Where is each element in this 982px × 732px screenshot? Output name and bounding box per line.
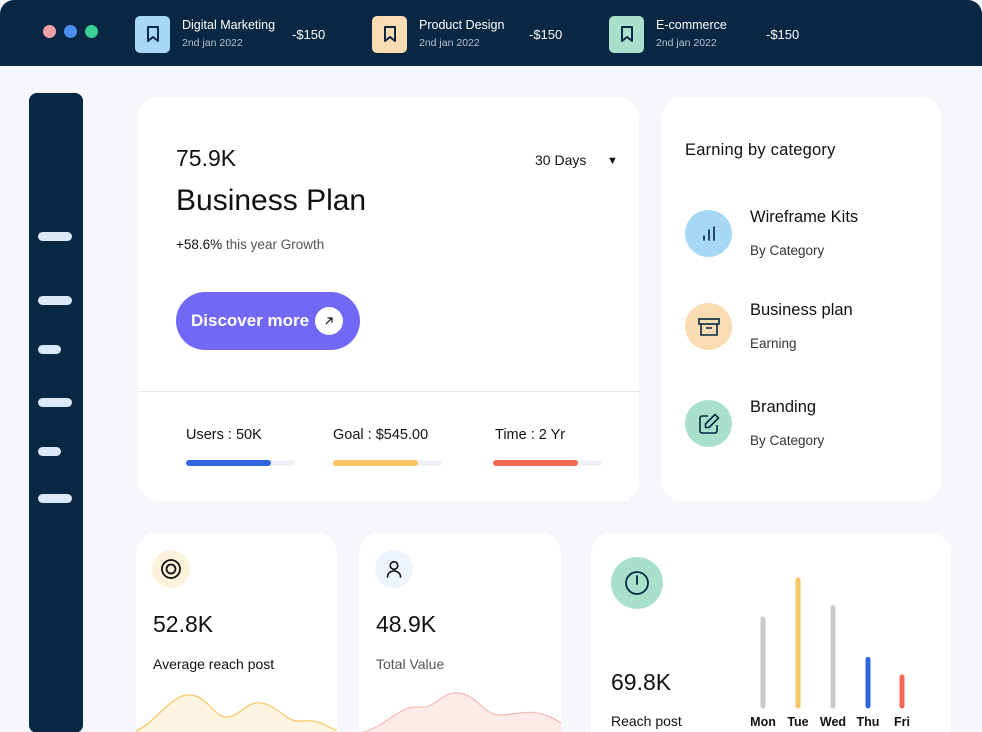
caret-down-icon[interactable]: ▼ <box>607 155 618 167</box>
business-title: Business Plan <box>176 184 367 217</box>
category-name: Wireframe Kits <box>750 208 859 226</box>
day-label-tue: Tue <box>787 715 808 729</box>
sidebar <box>29 93 83 732</box>
transaction-item[interactable]: Digital Marketing 2nd jan 2022 -$150 <box>135 15 325 53</box>
category-name: Business plan <box>750 301 853 319</box>
earning-by-category-card: Earning by category Wireframe Kits By Ca… <box>662 97 941 501</box>
category-item[interactable]: Wireframe Kits By Category <box>685 208 925 270</box>
sidebar-nav-item[interactable] <box>38 345 61 354</box>
top-bar: Digital Marketing 2nd jan 2022 -$150 Pro… <box>0 0 982 66</box>
transaction-date: 2nd jan 2022 <box>656 37 717 49</box>
category-sub: By Category <box>750 243 825 258</box>
sidebar-nav-item[interactable] <box>38 296 72 305</box>
sidebar-nav-item[interactable] <box>38 447 61 456</box>
stat-goal: Goal : $545.00 <box>333 427 429 443</box>
reach-post-label: Reach post <box>611 713 682 729</box>
transaction-date: 2nd jan 2022 <box>419 37 480 49</box>
progress-track <box>493 460 602 466</box>
bookmark-icon <box>372 15 407 53</box>
window-controls <box>43 25 98 38</box>
average-reach-card: 52.8K Average reach post <box>136 533 337 732</box>
category-card-title: Earning by category <box>685 141 836 159</box>
transaction-title: Product Design <box>419 18 505 32</box>
sidebar-nav-item[interactable] <box>38 398 72 407</box>
average-reach-value: 52.8K <box>153 611 214 637</box>
progress-fill <box>333 460 419 466</box>
maximize-dot[interactable] <box>85 25 98 38</box>
stat-users: Users : 50K <box>186 427 262 443</box>
average-reach-label: Average reach post <box>153 656 275 672</box>
discover-more-label: Discover more <box>191 311 310 330</box>
total-value-value: 48.9K <box>376 611 437 637</box>
day-label-thu: Thu <box>857 715 880 729</box>
value-wave-chart <box>360 692 561 732</box>
edit-icon <box>685 400 732 447</box>
total-value-card: 48.9K Total Value <box>359 533 561 732</box>
target-icon <box>152 550 190 588</box>
category-name: Branding <box>750 398 817 416</box>
progress-track <box>186 460 295 466</box>
transaction-amount: -$150 <box>292 26 326 42</box>
transaction-title: Digital Marketing <box>182 18 276 32</box>
discover-more-button[interactable]: Discover more <box>176 292 360 350</box>
period-dropdown[interactable]: 30 Days <box>535 152 586 168</box>
category-item[interactable]: Branding By Category <box>685 398 925 460</box>
growth-text: +58.6% this year Growth <box>176 237 324 252</box>
minimize-dot[interactable] <box>64 25 77 38</box>
business-value: 75.9K <box>176 145 237 171</box>
arrow-up-right-icon <box>315 307 343 335</box>
transaction-amount: -$150 <box>766 26 800 42</box>
progress-fill <box>186 460 272 466</box>
day-label-wed: Wed <box>820 715 846 729</box>
reach-post-card: 69.8K Reach post Mon Tue Wed Thu Fri <box>591 533 951 732</box>
archive-box-icon <box>685 303 732 350</box>
stat-time: Time : 2 Yr <box>495 427 566 443</box>
total-value-label: Total Value <box>376 656 445 672</box>
growth-percent: +58.6% <box>176 237 223 252</box>
weekly-reach-bar-chart: Mon Tue Wed Thu Fri <box>750 577 910 729</box>
reach-wave-chart <box>136 694 337 732</box>
transaction-item[interactable]: Product Design 2nd jan 2022 -$150 <box>372 15 562 53</box>
progress-fill <box>493 460 579 466</box>
growth-caption: this year Growth <box>222 237 325 252</box>
progress-track <box>333 460 442 466</box>
bookmark-icon <box>135 15 170 53</box>
user-icon <box>375 550 413 588</box>
day-label-mon: Mon <box>750 715 776 729</box>
bookmark-icon <box>609 15 644 53</box>
close-dot[interactable] <box>43 25 56 38</box>
business-plan-card: 75.9K 30 Days ▼ Business Plan +58.6% thi… <box>138 97 639 501</box>
transaction-item[interactable]: E-commerce 2nd jan 2022 -$150 <box>609 15 799 53</box>
divider <box>138 391 639 392</box>
day-label-fri: Fri <box>894 715 910 729</box>
transaction-date: 2nd jan 2022 <box>182 37 243 49</box>
sidebar-nav-item[interactable] <box>38 494 72 503</box>
category-sub: By Category <box>750 433 825 448</box>
reach-post-value: 69.8K <box>611 669 672 695</box>
transaction-title: E-commerce <box>656 18 727 32</box>
sidebar-nav-item[interactable] <box>38 232 72 241</box>
category-item[interactable]: Business plan Earning <box>685 301 925 363</box>
bar-chart-icon <box>685 210 732 257</box>
power-icon <box>611 557 663 609</box>
transaction-amount: -$150 <box>529 26 563 42</box>
category-sub: Earning <box>750 336 797 351</box>
